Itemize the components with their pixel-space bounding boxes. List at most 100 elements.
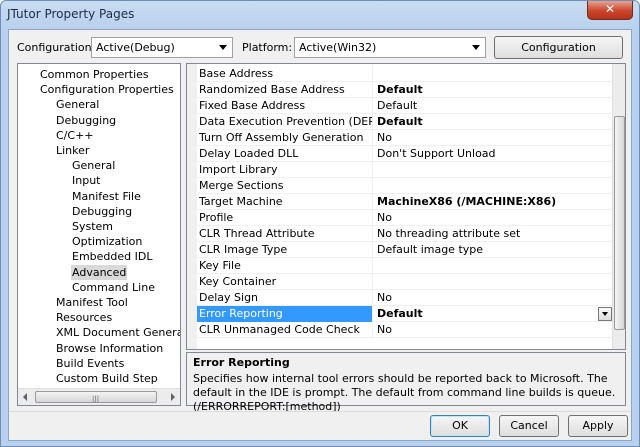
property-row[interactable]: CLR Unmanaged Code Check No (197, 322, 613, 338)
property-row[interactable]: Turn Off Assembly Generation No (197, 130, 613, 146)
grid-vertical-scrollbar[interactable] (612, 64, 625, 349)
property-value[interactable]: No (374, 130, 613, 146)
tree-item[interactable]: Common Properties (39, 67, 150, 82)
property-name[interactable]: Import Library (197, 162, 373, 178)
property-value[interactable] (374, 258, 613, 274)
property-row[interactable]: Merge Sections (197, 178, 613, 194)
property-row[interactable]: CLR Thread Attribute No threading attribu… (197, 226, 613, 242)
property-row[interactable]: Delay Sign No (197, 290, 613, 306)
tree-item[interactable]: XML Document Generator (55, 325, 180, 340)
description-panel: Error Reporting Specifies how internal t… (186, 352, 626, 413)
property-name[interactable]: Data Execution Prevention (DEP) (197, 114, 373, 130)
property-value[interactable]: No (374, 290, 613, 306)
window-title: JTutor Property Pages (7, 7, 135, 21)
property-value[interactable] (374, 274, 613, 290)
property-value[interactable] (374, 178, 613, 194)
scroll-thumb[interactable] (614, 116, 625, 330)
property-row[interactable]: Randomized Base Address Default (197, 82, 613, 98)
property-name[interactable]: Key Container (197, 274, 373, 290)
tree-item[interactable]: Resources (55, 310, 113, 325)
property-value[interactable]: Default (374, 306, 613, 322)
tree-item[interactable]: Browse Information (55, 341, 164, 356)
property-name[interactable]: Target Machine (197, 194, 373, 210)
property-row[interactable]: Fixed Base Address Default (197, 98, 613, 114)
property-row[interactable]: Profile No (197, 210, 613, 226)
scroll-thumb[interactable]: ||| (35, 391, 157, 403)
tree-item[interactable]: General (71, 158, 116, 173)
tree-item[interactable]: Debugging (71, 204, 133, 219)
description-title: Error Reporting (193, 356, 290, 369)
tree-item[interactable]: Build Events (55, 356, 125, 371)
platform-select[interactable]: Active(Win32) (294, 37, 486, 58)
tree-item[interactable]: Configuration Properties (39, 82, 175, 97)
tree-horizontal-scrollbar[interactable]: ||| (18, 388, 180, 405)
property-value[interactable]: Don't Support Unload (374, 146, 613, 162)
apply-button[interactable]: Apply (568, 415, 628, 437)
property-row[interactable]: Import Library (197, 162, 613, 178)
property-row[interactable]: CLR Image Type Default image type (197, 242, 613, 258)
property-value[interactable]: Default (374, 114, 613, 130)
property-grid[interactable]: Base Address Randomized Base Address Defau… (186, 63, 626, 350)
property-name[interactable]: Error Reporting (197, 306, 373, 322)
property-row[interactable]: Target Machine MachineX86 (/MACHINE:X86) (197, 194, 613, 210)
property-name[interactable]: Turn Off Assembly Generation (197, 130, 373, 146)
property-name[interactable]: Profile (197, 210, 373, 226)
property-row[interactable]: Base Address (197, 66, 613, 82)
configuration-select-value: Active(Debug) (96, 41, 175, 54)
property-name[interactable]: CLR Image Type (197, 242, 373, 258)
property-value[interactable]: No (374, 210, 613, 226)
tree-item[interactable]: Advanced (71, 264, 128, 280)
configuration-label: Configuration: (17, 41, 96, 54)
category-tree[interactable]: Common Properties Configuration Propertie… (17, 63, 181, 406)
property-value[interactable] (374, 66, 613, 82)
scroll-left-icon[interactable] (23, 393, 27, 401)
tree-item[interactable]: Custom Build Step (55, 371, 159, 386)
property-name[interactable]: Randomized Base Address (197, 82, 373, 98)
tree-item[interactable]: C/C++ (55, 128, 95, 143)
property-value[interactable]: Default (374, 82, 613, 98)
tree-item[interactable]: Optimization (71, 234, 143, 249)
property-name[interactable]: CLR Thread Attribute (197, 226, 373, 242)
chevron-down-icon (472, 45, 480, 50)
property-dropdown-button[interactable] (598, 307, 612, 321)
tree-item[interactable]: Command Line (71, 280, 156, 295)
tree-item[interactable]: Linker (55, 143, 90, 158)
property-name[interactable]: Delay Loaded DLL (197, 146, 373, 162)
property-name[interactable]: Key File (197, 258, 373, 274)
scroll-grip-icon: ||| (92, 395, 100, 403)
property-row[interactable]: Key Container (197, 274, 613, 290)
tree-item[interactable]: Debugging (55, 113, 117, 128)
tree-item[interactable]: Manifest Tool (55, 295, 129, 310)
property-name[interactable]: Base Address (197, 66, 373, 82)
property-row[interactable]: Key File (197, 258, 613, 274)
tree-item[interactable]: Input (71, 173, 101, 188)
property-value[interactable]: MachineX86 (/MACHINE:X86) (374, 194, 613, 210)
configuration-select[interactable]: Active(Debug) (91, 37, 233, 58)
tree-item[interactable]: System (71, 219, 114, 234)
configuration-manager-button[interactable]: Configuration Manager... (494, 36, 623, 75)
property-row[interactable]: Data Execution Prevention (DEP) Default (197, 114, 613, 130)
grid-gutter (187, 64, 197, 349)
property-value[interactable]: No (374, 322, 613, 338)
property-name[interactable]: CLR Unmanaged Code Check (197, 322, 373, 338)
cancel-button[interactable]: Cancel (499, 415, 559, 437)
tree-item[interactable]: Manifest File (71, 189, 142, 204)
ok-button[interactable]: OK (430, 415, 490, 437)
property-row[interactable]: Delay Loaded DLL Don't Support Unload (197, 146, 613, 162)
tree-item[interactable]: Embedded IDL (71, 249, 153, 264)
property-value[interactable]: No threading attribute set (374, 226, 613, 242)
title-bar[interactable]: JTutor Property Pages ✕ (1, 1, 639, 29)
property-name[interactable]: Merge Sections (197, 178, 373, 194)
chevron-down-icon (602, 312, 608, 316)
property-value[interactable]: Default image type (374, 242, 613, 258)
close-button[interactable]: ✕ (587, 1, 633, 20)
scroll-right-icon[interactable] (171, 393, 175, 401)
property-row[interactable]: Error Reporting Default (197, 306, 613, 322)
platform-label: Platform: (242, 41, 293, 54)
tree-item[interactable]: General (55, 97, 100, 112)
property-value[interactable]: Default (374, 98, 613, 114)
property-name[interactable]: Fixed Base Address (197, 98, 373, 114)
property-value[interactable] (374, 162, 613, 178)
close-icon: ✕ (604, 2, 616, 16)
property-name[interactable]: Delay Sign (197, 290, 373, 306)
